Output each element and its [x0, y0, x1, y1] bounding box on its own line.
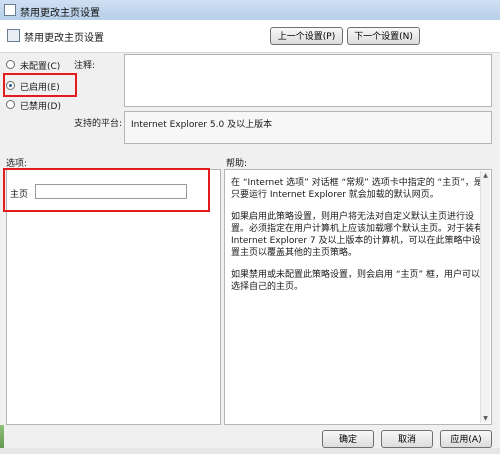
window-bottom-edge [0, 448, 500, 454]
help-paragraph: 在 “Internet 选项” 对话框 “常规” 选项卡中指定的 “主页”，是只… [231, 178, 483, 200]
highlight-box-enabled [3, 73, 77, 97]
platform-value: Internet Explorer 5.0 及以上版本 [131, 120, 273, 130]
window-title: 禁用更改主页设置 [20, 8, 100, 19]
comment-textarea[interactable] [124, 54, 492, 107]
policy-setting-icon [7, 29, 20, 42]
prev-setting-button[interactable]: 上一个设置(P) [270, 27, 343, 45]
next-setting-button[interactable]: 下一个设置(N) [347, 27, 420, 45]
radio-label: 未配置(C) [20, 62, 61, 72]
scroll-up-icon[interactable]: ▲ [482, 172, 489, 179]
highlight-box-homepage [3, 168, 210, 212]
cancel-button[interactable]: 取消 [381, 430, 433, 448]
ok-button[interactable]: 确定 [322, 430, 374, 448]
scroll-down-icon[interactable]: ▼ [482, 415, 489, 422]
radio-circle-icon [6, 100, 15, 109]
radio-label: 已禁用(D) [20, 102, 61, 112]
policy-window-icon [4, 4, 16, 16]
policy-title: 禁用更改主页设置 [24, 33, 104, 44]
help-section-label: 帮助: [226, 159, 248, 169]
help-scrollbar[interactable]: ▲ ▼ [480, 171, 490, 423]
platform-value-box: Internet Explorer 5.0 及以上版本 [124, 111, 492, 144]
platform-label: 支持的平台: [74, 119, 123, 129]
window-titlebar: 禁用更改主页设置 [0, 0, 500, 21]
policy-header: 禁用更改主页设置 上一个设置(P) 下一个设置(N) [0, 20, 500, 53]
radio-circle-icon [6, 60, 15, 69]
apply-button[interactable]: 应用(A) [440, 430, 492, 448]
help-panel: 在 “Internet 选项” 对话框 “常规” 选项卡中指定的 “主页”，是只… [224, 169, 492, 425]
help-paragraph: 如果启用此策略设置，则用户将无法对自定义默认主页进行设置。必须指定在用户计算机上… [231, 212, 484, 258]
comment-label: 注释: [74, 61, 96, 71]
help-paragraph: 如果禁用或未配置此策略设置，则会启用 “主页” 框，用户可以选择自己的主页。 [231, 270, 481, 292]
